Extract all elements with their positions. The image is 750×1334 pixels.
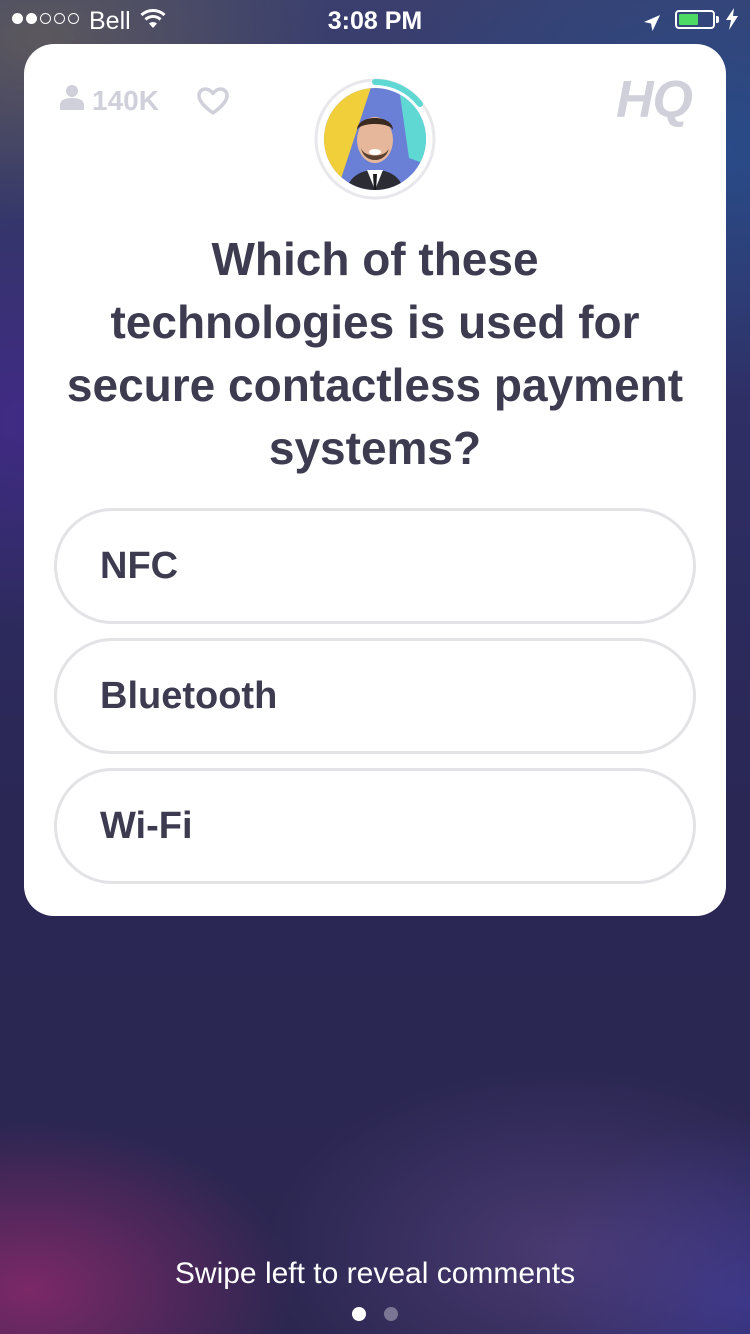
battery-icon [675,10,715,29]
swipe-hint: Swipe left to reveal comments [174,1257,576,1290]
hq-logo: HQ [616,71,693,129]
answer-option-1[interactable]: NFC [54,508,696,624]
viewer-count-label: 140K [92,84,159,116]
person-icon [60,84,84,117]
answer-option-3[interactable]: Wi-Fi [54,768,696,884]
page-dot-1[interactable] [352,1307,366,1321]
answer-label: Wi-Fi [100,805,193,847]
page-indicator[interactable] [352,1307,398,1321]
answer-option-2[interactable]: Bluetooth [54,638,696,754]
heart-icon[interactable] [196,86,230,121]
answer-label: Bluetooth [100,675,278,717]
status-bar: Bell 3:08 PM [0,0,750,40]
answer-label: NFC [100,545,179,587]
host-avatar [314,78,436,200]
viewer-count: 140K [60,84,159,117]
question-text: Which of these technologies is used for … [66,233,684,474]
bolt-icon [726,8,738,37]
question-card: 140K HQ Which of these technologies is u… [24,44,726,916]
location-arrow-icon [643,10,661,39]
page-dot-2[interactable] [384,1307,398,1321]
clock: 3:08 PM [327,7,423,35]
battery-cap [716,16,719,23]
